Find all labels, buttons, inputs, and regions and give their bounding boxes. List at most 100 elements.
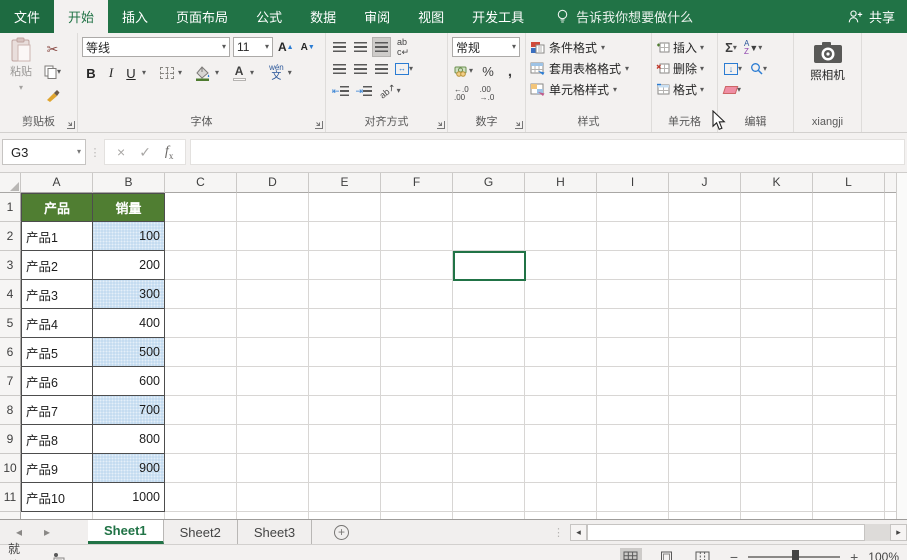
font-dialog-launcher[interactable] xyxy=(314,120,323,129)
wrap-text-button[interactable]: ab c↵ xyxy=(394,37,412,57)
cell-G2[interactable] xyxy=(453,222,525,251)
cell-B3[interactable]: 200 xyxy=(93,251,165,280)
cell-G1[interactable] xyxy=(453,193,525,222)
cell-B2[interactable]: 100 xyxy=(93,222,165,251)
cell-C11[interactable] xyxy=(165,483,237,512)
cell-K10[interactable] xyxy=(741,454,813,483)
cell-A2[interactable]: 产品1 xyxy=(21,222,93,251)
cell-F6[interactable] xyxy=(381,338,453,367)
cell-K12[interactable] xyxy=(741,512,813,519)
cell-A12[interactable] xyxy=(21,512,93,519)
col-header-F[interactable]: F xyxy=(381,173,453,193)
cell-B6[interactable]: 500 xyxy=(93,338,165,367)
tab-data[interactable]: 数据 xyxy=(296,0,350,33)
select-all-button[interactable] xyxy=(0,173,21,193)
col-header-K[interactable]: K xyxy=(741,173,813,193)
cell-K2[interactable] xyxy=(741,222,813,251)
col-header-L[interactable]: L xyxy=(813,173,885,193)
font-color-button[interactable]: A xyxy=(230,63,248,83)
cell-E1[interactable] xyxy=(309,193,381,222)
cell-D3[interactable] xyxy=(237,251,309,280)
cell-A11[interactable]: 产品10 xyxy=(21,483,93,512)
cell-B9[interactable]: 800 xyxy=(93,425,165,454)
col-header-I[interactable]: I xyxy=(597,173,669,193)
cell-J8[interactable] xyxy=(669,396,741,425)
cell-A5[interactable]: 产品4 xyxy=(21,309,93,338)
bold-button[interactable]: B xyxy=(82,63,100,83)
col-header-E[interactable]: E xyxy=(309,173,381,193)
cell-J1[interactable] xyxy=(669,193,741,222)
row-header-5[interactable]: 5 xyxy=(0,309,21,338)
underline-dropdown-arrow[interactable]: ▾ xyxy=(142,69,146,77)
cell-G7[interactable] xyxy=(453,367,525,396)
cell-B7[interactable]: 600 xyxy=(93,367,165,396)
decrease-decimal-button[interactable]: .00 →.0 xyxy=(478,84,497,104)
page-break-view-button[interactable] xyxy=(692,548,714,560)
tab-file[interactable]: 文件 xyxy=(0,0,55,33)
sheet-tab-sheet3[interactable]: Sheet3 xyxy=(238,520,313,544)
cell-I4[interactable] xyxy=(597,280,669,309)
col-header-G[interactable]: G xyxy=(453,173,525,193)
middle-align-button[interactable] xyxy=(351,37,369,57)
cell-J12[interactable] xyxy=(669,512,741,519)
cell-C1[interactable] xyxy=(165,193,237,222)
formula-bar-splitter[interactable]: ⋮ xyxy=(86,146,104,159)
cell-A4[interactable]: 产品3 xyxy=(21,280,93,309)
increase-font-button[interactable]: A ▲ xyxy=(276,37,296,57)
align-center-button[interactable] xyxy=(351,59,369,79)
decrease-indent-button[interactable]: ⇤ xyxy=(330,81,351,101)
cancel-button[interactable]: × xyxy=(117,144,125,160)
cell-L2[interactable] xyxy=(813,222,885,251)
cell-D12[interactable] xyxy=(237,512,309,519)
cell-H8[interactable] xyxy=(525,396,597,425)
percent-button[interactable]: % xyxy=(479,61,497,81)
cell-G9[interactable] xyxy=(453,425,525,454)
accounting-dropdown-arrow[interactable]: ▾ xyxy=(469,67,473,75)
cell-L1[interactable] xyxy=(813,193,885,222)
tab-developer[interactable]: 开发工具 xyxy=(458,0,538,33)
tab-insert[interactable]: 插入 xyxy=(108,0,162,33)
zoom-out-button[interactable]: − xyxy=(730,549,738,560)
cell-K11[interactable] xyxy=(741,483,813,512)
increase-indent-button[interactable]: ⇥ xyxy=(354,81,375,101)
cell-styles-button[interactable]: 单元格样式 ▾ xyxy=(530,79,647,100)
cell-H2[interactable] xyxy=(525,222,597,251)
phonetic-dropdown-arrow[interactable]: ▾ xyxy=(288,69,292,77)
orientation-button[interactable]: ab↗ ▾ xyxy=(377,81,403,101)
cell-L4[interactable] xyxy=(813,280,885,309)
font-size-combo[interactable]: 11 ▾ xyxy=(233,37,273,57)
tab-page-layout[interactable]: 页面布局 xyxy=(162,0,242,33)
cell-E5[interactable] xyxy=(309,309,381,338)
cell-A8[interactable]: 产品7 xyxy=(21,396,93,425)
cell-F11[interactable] xyxy=(381,483,453,512)
cell-H6[interactable] xyxy=(525,338,597,367)
borders-button[interactable] xyxy=(158,63,176,83)
row-header-11[interactable]: 11 xyxy=(0,483,21,512)
cell-L10[interactable] xyxy=(813,454,885,483)
copy-button[interactable]: ▾ xyxy=(42,62,63,82)
cell-C9[interactable] xyxy=(165,425,237,454)
cell-A3[interactable]: 产品2 xyxy=(21,251,93,280)
share-button[interactable]: 共享 xyxy=(848,0,907,33)
cell-K6[interactable] xyxy=(741,338,813,367)
number-dialog-launcher[interactable] xyxy=(514,120,523,129)
cell-H12[interactable] xyxy=(525,512,597,519)
cell-E6[interactable] xyxy=(309,338,381,367)
cell-I9[interactable] xyxy=(597,425,669,454)
cell-A6[interactable]: 产品5 xyxy=(21,338,93,367)
page-layout-view-button[interactable] xyxy=(656,548,678,560)
cell-G10[interactable] xyxy=(453,454,525,483)
zoom-slider-thumb[interactable] xyxy=(792,550,800,560)
clear-button[interactable]: ▾ xyxy=(722,80,743,100)
delete-cells-button[interactable]: 删除 ▾ xyxy=(656,58,713,79)
col-header-H[interactable]: H xyxy=(525,173,597,193)
cell-I3[interactable] xyxy=(597,251,669,280)
paste-dropdown-arrow[interactable]: ▾ xyxy=(19,83,23,92)
zoom-level[interactable]: 100% xyxy=(868,550,899,560)
cut-button[interactable]: ✂ xyxy=(42,39,63,59)
cell-J7[interactable] xyxy=(669,367,741,396)
paste-button[interactable]: 粘贴 ▾ xyxy=(4,37,38,115)
merge-center-button[interactable]: ↔ ▾ xyxy=(393,59,415,79)
cell-L9[interactable] xyxy=(813,425,885,454)
font-color-dropdown-arrow[interactable]: ▾ xyxy=(250,69,254,77)
